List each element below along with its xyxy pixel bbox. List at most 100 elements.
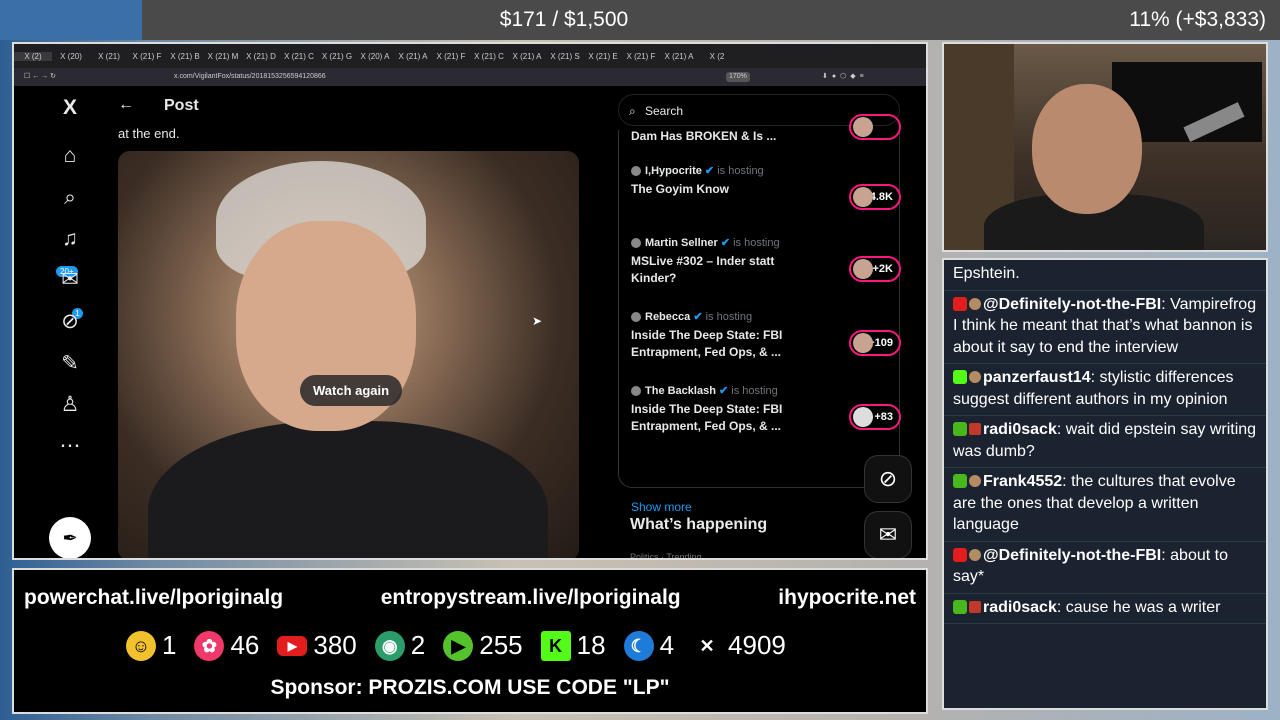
space-listeners-pill[interactable]: +4.8K xyxy=(849,184,901,210)
count-x: ✕ 4909 xyxy=(692,630,786,661)
space-hosting-label: is hosting xyxy=(717,165,764,177)
video-player[interactable] xyxy=(118,151,579,558)
count-value: 1 xyxy=(162,630,177,660)
browser-tab[interactable]: X (21) A xyxy=(660,52,698,61)
count-value: 4 xyxy=(659,630,675,660)
browser-tab[interactable]: X (21) C xyxy=(470,52,508,61)
browser-tab[interactable]: X (21) A xyxy=(394,52,432,61)
home-icon[interactable]: ⌂ xyxy=(58,144,82,168)
space-listeners-pill[interactable]: +109 xyxy=(849,330,901,356)
x-icon: ✕ xyxy=(699,635,715,656)
back-arrow-icon[interactable]: ← xyxy=(118,96,134,114)
count-value: 46 xyxy=(230,630,260,660)
space-host-avatar xyxy=(853,117,873,137)
verified-icon: ✔ xyxy=(693,311,703,323)
count-value: 2 xyxy=(410,630,426,660)
user-badge-icon xyxy=(969,297,981,310)
link-website: ihypocrite.net xyxy=(778,586,916,609)
browser-tab[interactable]: X (21) F xyxy=(128,52,166,61)
odysee-icon: ◉ xyxy=(374,630,405,661)
chat-username: panzerfaust14 xyxy=(983,369,1091,386)
donation-percent: 11% (+$3,833) xyxy=(1129,8,1266,31)
grok-button[interactable]: ⊘ xyxy=(864,455,912,503)
search-icon: ⌕ xyxy=(629,104,636,118)
rumble-icon xyxy=(953,422,967,436)
chat-panel: Epshtein. @Definitely-not-the-FBI: Vampi… xyxy=(942,258,1268,710)
viewer-counts: ☺ 1 ✿ 46 ▶ 380 ◉ 2 ▶ 255 K 18 ☾ 4 ✕ 4909 xyxy=(126,630,786,661)
browser-tab[interactable]: X (21) B xyxy=(166,52,204,61)
explore-icon[interactable]: ⌕ xyxy=(58,186,82,210)
browser-tab[interactable]: X (21) M xyxy=(204,52,242,61)
space-host-avatar xyxy=(853,187,873,207)
profile-icon[interactable]: ♙ xyxy=(58,393,82,417)
grok-icon[interactable]: ⊘ xyxy=(58,310,82,334)
chat-message: panzerfaust14: stylistic differences sug… xyxy=(944,364,1266,416)
watch-again-button[interactable]: Watch again xyxy=(300,375,403,406)
url-text[interactable]: x.com/VigilantFox/status/201815325659412… xyxy=(174,68,326,86)
donation-goal: $171 / $1,500 xyxy=(499,8,629,31)
chat-message: radi0sack: cause he was a writer xyxy=(944,594,1266,624)
count-value: 380 xyxy=(313,630,357,660)
verified-icon: ✔ xyxy=(704,165,715,177)
browser-tab[interactable]: X (21) E xyxy=(584,52,622,61)
space-count: +83 xyxy=(874,411,893,423)
show-more-link[interactable]: Show more xyxy=(631,500,692,514)
browser-tab[interactable]: X (2 xyxy=(698,52,736,61)
page-title: Post xyxy=(164,97,199,114)
space-listeners-pill[interactable] xyxy=(849,114,901,140)
space-hosting-label: is hosting xyxy=(733,237,780,249)
x-sidebar: X ⌂ ⌕ ♫ 20+ ✉ 1 ⊘ ✎ ♙ ⋯ ✒ xyxy=(14,86,124,558)
trending-label[interactable]: Politics · Trending xyxy=(630,552,702,558)
browser-tab[interactable]: X (21) A xyxy=(508,52,546,61)
browser-tab[interactable]: X (21) C xyxy=(280,52,318,61)
messages-icon[interactable]: ✉ xyxy=(58,268,82,292)
count-odysee: ◉ 2 xyxy=(374,630,426,661)
nav-buttons[interactable]: ☐ ← → ↻ xyxy=(24,68,56,86)
compose-post-button[interactable]: ✒ xyxy=(49,517,91,558)
space-hosting-label: is hosting xyxy=(731,385,778,397)
lists-icon[interactable]: ✎ xyxy=(58,352,82,376)
extension-icons[interactable]: ⬇●⬡◆≡ xyxy=(822,68,868,86)
notifications-icon[interactable]: ♫ xyxy=(58,227,82,251)
space-item[interactable]: Rebecca ✔ is hosting Inside The Deep Sta… xyxy=(631,310,901,361)
more-icon[interactable]: ⋯ xyxy=(58,434,82,458)
messages-drawer-button[interactable]: ✉ xyxy=(864,511,912,558)
browser-tab[interactable]: X (21) xyxy=(90,52,128,61)
browser-tab[interactable]: X (20) A xyxy=(356,52,394,61)
count-youtube: ▶ 380 xyxy=(277,630,357,661)
space-item[interactable]: Martin Sellner ✔ is hosting MSLive #302 … xyxy=(631,236,901,287)
address-bar[interactable]: ☐ ← → ↻ x.com/VigilantFox/status/2018153… xyxy=(14,68,926,86)
browser-tab[interactable]: X (21) F xyxy=(622,52,660,61)
browser-tab[interactable]: X (21) S xyxy=(546,52,584,61)
space-title: MSLive #302 – Inder statt Kinder? xyxy=(631,254,775,285)
browser-tab[interactable]: X (2) xyxy=(14,51,52,61)
browser-tab[interactable]: X (21) D xyxy=(242,52,280,61)
browser-tab[interactable]: X (20) xyxy=(52,52,90,61)
space-listeners-pill[interactable]: +2K xyxy=(849,256,901,282)
space-listeners-pill[interactable]: +83 xyxy=(849,404,901,430)
space-title: Inside The Deep State: FBI Entrapment, F… xyxy=(631,328,783,359)
space-item[interactable]: The Backlash ✔ is hosting Inside The Dee… xyxy=(631,384,901,435)
sponsor-banner: Sponsor: PROZIS.COM USE CODE "LP" xyxy=(270,676,670,699)
browser-tab[interactable]: X (21) F xyxy=(432,52,470,61)
x-logo-icon[interactable]: X xyxy=(58,96,82,120)
browser-tab[interactable]: X (21) G xyxy=(318,52,356,61)
chat-message: Frank4552: the cultures that evolve are … xyxy=(944,468,1266,542)
host-avatar xyxy=(631,238,641,249)
tab-strip: X (2) X (20) X (21) X (21) FX (21) BX (21) … xyxy=(14,44,926,68)
space-host: I,Hypocrite xyxy=(645,165,702,177)
stream-links: powerchat.live/lporiginalg entropystream… xyxy=(24,586,916,610)
space-item[interactable]: I,Hypocrite ✔ is hosting The Goyim Know … xyxy=(631,164,901,210)
stream-info-panel: powerchat.live/lporiginalg entropystream… xyxy=(12,568,928,714)
count-kick: K 18 xyxy=(540,630,606,661)
post-text: at the end. xyxy=(118,126,180,141)
space-host-line: Martin Sellner ✔ is hosting xyxy=(631,236,901,249)
zoom-level[interactable]: 170% xyxy=(726,72,750,82)
chat-message: radi0sack: wait did epstein say writing … xyxy=(944,416,1266,468)
count-entropy: ✿ 46 xyxy=(194,630,259,661)
user-badge-icon xyxy=(969,371,981,383)
count-value: 4909 xyxy=(728,630,786,660)
kick-icon xyxy=(953,370,967,384)
space-item[interactable]: Dam Has BROKEN & Is ... xyxy=(631,114,901,145)
count-value: 255 xyxy=(479,630,523,660)
